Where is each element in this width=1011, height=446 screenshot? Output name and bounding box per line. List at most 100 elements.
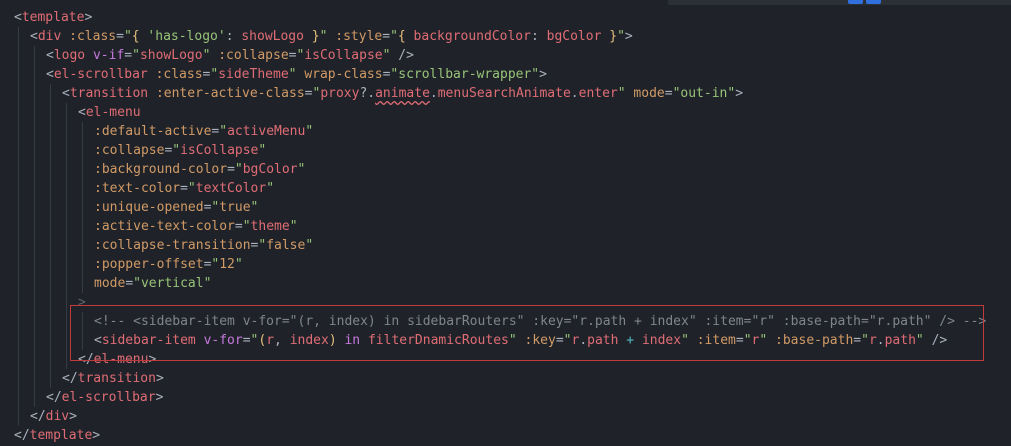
code-token: el-scrollbar bbox=[53, 67, 148, 82]
code-token: " bbox=[219, 124, 228, 139]
code-token: activeMenu bbox=[227, 124, 306, 139]
code-line[interactable]: <el-scrollbar :class="sideTheme" wrap-cl… bbox=[46, 65, 547, 84]
code-token: :class bbox=[155, 67, 203, 82]
code-token: mode bbox=[633, 86, 665, 101]
code-line[interactable]: :popper-offset="12" bbox=[94, 255, 243, 274]
code-token: " bbox=[234, 257, 243, 272]
code-token: > bbox=[92, 428, 101, 443]
code-token: logo bbox=[53, 48, 86, 63]
code-token: "vertical" bbox=[133, 276, 212, 291]
code-token: :collapse bbox=[218, 48, 289, 63]
code-line[interactable]: </transition> bbox=[62, 369, 164, 388]
code-line[interactable]: :default-active="activeMenu" bbox=[94, 122, 313, 141]
code-token: v-if bbox=[92, 48, 125, 63]
code-token: proxy bbox=[320, 86, 360, 101]
code-token: = bbox=[125, 276, 134, 291]
code-token: " bbox=[132, 48, 140, 63]
code-token: = bbox=[180, 181, 188, 196]
code-token: showLogo bbox=[139, 48, 203, 63]
code-line[interactable]: mode="vertical" bbox=[94, 274, 211, 293]
code-token: true bbox=[219, 200, 251, 215]
code-token: wrap-class bbox=[304, 67, 383, 82]
code-token: " bbox=[242, 219, 251, 234]
code-token: " bbox=[250, 200, 259, 215]
code-token: :enter-active-class bbox=[155, 86, 305, 101]
code-token: = bbox=[382, 29, 391, 44]
code-token: { bbox=[397, 29, 406, 44]
code-token: animate bbox=[375, 86, 430, 101]
code-line[interactable]: </div> bbox=[30, 407, 77, 426]
code-token: " bbox=[617, 29, 625, 44]
code-token: = bbox=[124, 48, 133, 63]
code-token: < bbox=[46, 67, 54, 82]
code-token: </ bbox=[46, 390, 62, 405]
code-token: isCollapse bbox=[180, 143, 259, 158]
code-token: > bbox=[155, 371, 164, 386]
code-token: isCollapse bbox=[304, 48, 383, 63]
code-token: </ bbox=[14, 428, 30, 443]
code-line[interactable]: <el-menu bbox=[78, 103, 141, 122]
code-token: div bbox=[45, 409, 70, 424]
toolbar-toggle-button[interactable] bbox=[848, 0, 863, 4]
code-token: > bbox=[624, 29, 633, 44]
code-line[interactable]: :collapse-transition="false" bbox=[94, 236, 313, 255]
code-token: < bbox=[14, 10, 22, 25]
code-token: :active-text-color bbox=[94, 219, 235, 234]
toolbar-toggle-button[interactable] bbox=[866, 0, 881, 4]
code-token: > bbox=[735, 86, 744, 101]
code-line[interactable]: :background-color="bgColor" bbox=[94, 160, 305, 179]
code-line[interactable]: :unique-opened="true" bbox=[94, 198, 258, 217]
code-token: = bbox=[234, 219, 243, 234]
code-editor[interactable]: <template> <div :class="{ 'has-logo': sho… bbox=[0, 0, 1011, 446]
code-token: > bbox=[69, 409, 77, 424]
code-token: "out-in" bbox=[672, 86, 736, 101]
code-line[interactable]: :text-color="textColor" bbox=[94, 179, 274, 198]
indent-guide bbox=[82, 122, 83, 293]
code-token: showLogo bbox=[241, 29, 304, 44]
indent-guide bbox=[66, 103, 67, 369]
code-line[interactable]: :collapse="isCollapse" bbox=[94, 141, 266, 160]
code-token: mode bbox=[94, 276, 126, 291]
code-token: = bbox=[664, 86, 673, 101]
code-line[interactable]: </template> bbox=[14, 426, 100, 445]
code-token: : bbox=[530, 29, 547, 44]
code-line[interactable]: <logo v-if="showLogo" :collapse="isColla… bbox=[46, 46, 414, 65]
code-token: transition bbox=[69, 86, 149, 101]
editor-top-toolbar bbox=[668, 0, 1011, 5]
code-token: " bbox=[187, 181, 196, 196]
code-token: = bbox=[288, 48, 297, 63]
code-token: : bbox=[225, 29, 242, 44]
code-line[interactable]: <div :class="{ 'has-logo': showLogo }" :… bbox=[30, 27, 633, 46]
indent-guide bbox=[18, 27, 19, 426]
code-token: " bbox=[305, 238, 314, 253]
code-token: </ bbox=[62, 371, 78, 386]
code-line[interactable]: <template> bbox=[14, 8, 92, 27]
code-token: " bbox=[297, 162, 306, 177]
code-token: template bbox=[29, 428, 93, 443]
code-token: enter bbox=[578, 86, 618, 101]
code-token: bgColor bbox=[242, 162, 298, 177]
code-token: :background-color bbox=[94, 162, 228, 177]
code-token: 12 bbox=[219, 257, 235, 272]
code-token: div bbox=[37, 29, 62, 44]
code-token: el-menu bbox=[85, 105, 141, 120]
code-token: :text-color bbox=[94, 181, 181, 196]
code-token: :class bbox=[69, 29, 117, 44]
code-token: = bbox=[116, 29, 124, 44]
code-token: :style bbox=[335, 29, 383, 44]
code-token: :collapse-transition bbox=[94, 238, 251, 253]
code-line[interactable]: <transition :enter-active-class = " proxy?.… bbox=[62, 84, 743, 103]
code-token: :collapse bbox=[94, 143, 165, 158]
code-token: } bbox=[601, 29, 618, 44]
code-token: < bbox=[78, 105, 86, 120]
code-line[interactable]: </el-scrollbar> bbox=[46, 388, 163, 407]
code-line[interactable]: :active-text-color="theme" bbox=[94, 217, 298, 236]
code-token: " bbox=[266, 181, 275, 196]
code-token: > bbox=[539, 67, 547, 82]
code-token: " bbox=[617, 86, 626, 101]
code-token: ?. bbox=[359, 86, 376, 101]
code-token: . bbox=[570, 86, 579, 101]
